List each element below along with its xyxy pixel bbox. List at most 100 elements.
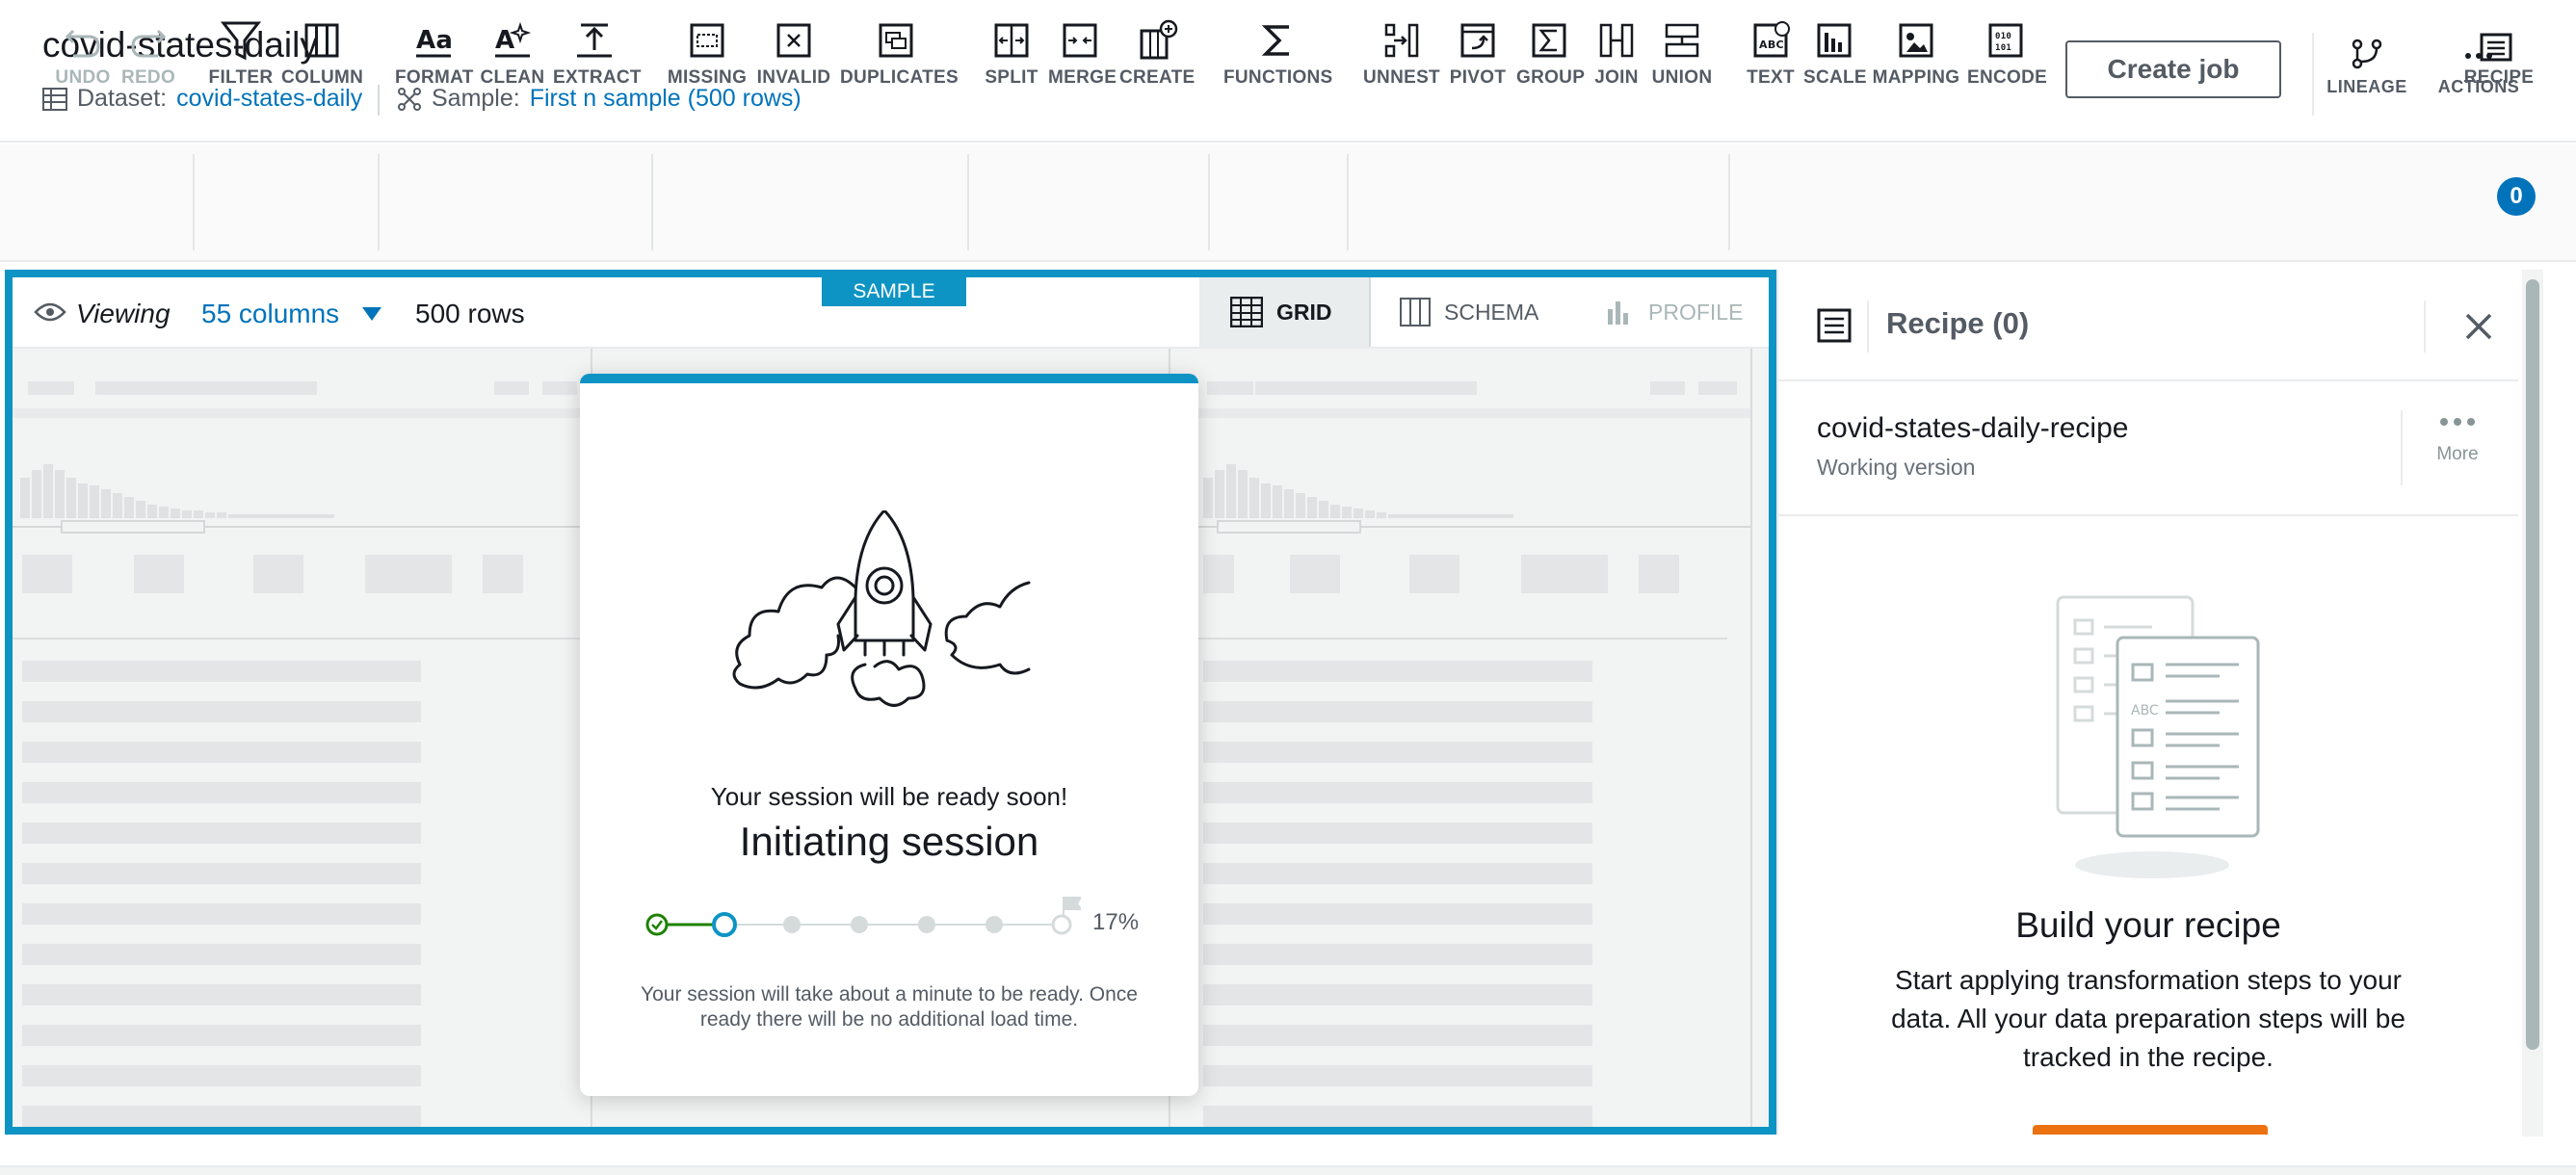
column-separator bbox=[1750, 349, 1752, 1127]
skeleton-block bbox=[1521, 555, 1608, 593]
split-button[interactable]: SPLIT bbox=[981, 19, 1042, 106]
session-note-line: Your session will take about a minute to… bbox=[641, 983, 1138, 1005]
more-divider bbox=[2401, 410, 2403, 485]
undo-button[interactable]: UNDO bbox=[54, 19, 112, 106]
tab-profile[interactable]: PROFILE bbox=[1577, 277, 1769, 347]
tab-schema[interactable]: SCHEMA bbox=[1371, 277, 1567, 347]
rocket-icon bbox=[732, 510, 1031, 707]
clean-icon: A bbox=[495, 21, 532, 58]
filter-button[interactable]: FILTER bbox=[208, 19, 274, 106]
progress-step-pending bbox=[986, 916, 1003, 933]
schema-icon bbox=[1400, 298, 1431, 326]
caret-down-icon[interactable] bbox=[361, 306, 382, 322]
skeleton-row bbox=[22, 863, 421, 884]
more-label: More bbox=[2436, 444, 2479, 464]
tab-grid-label: GRID bbox=[1276, 299, 1332, 325]
progress-step-done bbox=[645, 913, 669, 936]
tab-schema-label: SCHEMA bbox=[1444, 299, 1539, 325]
skeleton-row bbox=[22, 903, 421, 925]
text-button[interactable]: ABC TEXT bbox=[1744, 19, 1798, 106]
skeleton-row bbox=[22, 782, 421, 803]
empty-recipe-illustration: ABC bbox=[2056, 595, 2260, 878]
skeleton-row bbox=[22, 661, 421, 682]
merge-button[interactable]: MERGE bbox=[1048, 19, 1117, 106]
scale-label: SCALE bbox=[1803, 67, 1867, 88]
redo-button[interactable]: REDO bbox=[119, 19, 177, 106]
svg-text:Aa: Aa bbox=[416, 26, 453, 55]
session-title: Initiating session bbox=[739, 819, 1039, 864]
tab-grid[interactable]: GRID bbox=[1201, 277, 1371, 347]
join-button[interactable]: JOIN bbox=[1588, 19, 1645, 106]
scrollbar[interactable] bbox=[2522, 270, 2543, 1136]
session-note: Your session will take about a minute to… bbox=[580, 982, 1198, 1032]
skeleton-block bbox=[483, 555, 523, 593]
join-label: JOIN bbox=[1594, 67, 1639, 88]
scrollbar-thumb[interactable] bbox=[2526, 279, 2539, 1050]
columns-dropdown[interactable]: 55 columns bbox=[201, 299, 339, 329]
union-button[interactable]: UNION bbox=[1651, 19, 1713, 106]
skeleton-row bbox=[22, 1065, 421, 1086]
format-button[interactable]: Aa FORMAT bbox=[395, 19, 473, 106]
empty-recipe-text: Start applying transformation steps to y… bbox=[1778, 961, 2518, 1077]
create-job-button[interactable]: Create job bbox=[2065, 40, 2281, 98]
mapping-button[interactable]: MAPPING bbox=[1871, 19, 1961, 106]
encode-button[interactable]: 010 101 ENCODE bbox=[1967, 19, 2047, 106]
duplicates-button[interactable]: DUPLICATES bbox=[840, 19, 959, 106]
skeleton-bar bbox=[494, 381, 529, 395]
scale-button[interactable]: SCALE bbox=[1803, 19, 1867, 106]
clean-button[interactable]: A CLEAN bbox=[480, 19, 545, 106]
group-button[interactable]: GROUP bbox=[1516, 19, 1585, 106]
session-note-line: ready there will be no additional load t… bbox=[699, 1008, 1079, 1031]
add-step-button[interactable] bbox=[2033, 1125, 2268, 1135]
toolbar-divider bbox=[378, 154, 380, 250]
skeleton-bar bbox=[1698, 381, 1737, 395]
skeleton-bar bbox=[28, 381, 74, 395]
scale-icon bbox=[1817, 23, 1852, 58]
mapping-icon bbox=[1899, 23, 1933, 58]
invalid-button[interactable]: INVALID bbox=[755, 19, 832, 106]
skeleton-row bbox=[1203, 944, 1592, 965]
recipe-more-button[interactable]: More bbox=[2414, 412, 2501, 465]
split-label: SPLIT bbox=[985, 67, 1038, 88]
skeleton-row bbox=[22, 822, 421, 844]
lineage-button[interactable]: LINEAGE bbox=[2314, 37, 2420, 110]
sample-tag: SAMPLE bbox=[822, 277, 966, 306]
create-label: CREATE bbox=[1119, 67, 1196, 88]
pivot-button[interactable]: PIVOT bbox=[1447, 19, 1509, 106]
redo-icon bbox=[131, 29, 167, 58]
skeleton-row bbox=[1203, 903, 1592, 925]
skeleton-row bbox=[22, 701, 421, 722]
encode-icon: 010101 bbox=[1988, 23, 2023, 58]
close-icon[interactable] bbox=[2464, 312, 2493, 341]
filter-label: FILTER bbox=[208, 67, 274, 88]
recipe-toggle-button[interactable]: RECIPE bbox=[2458, 19, 2539, 106]
missing-icon bbox=[690, 23, 724, 58]
lineage-icon bbox=[2352, 39, 2382, 69]
extract-button[interactable]: EXTRACT bbox=[553, 19, 642, 106]
skeleton-row bbox=[1203, 1025, 1592, 1046]
union-label: UNION bbox=[1651, 67, 1713, 88]
recipe-list-icon bbox=[2480, 33, 2512, 62]
skeleton-row bbox=[1203, 984, 1592, 1005]
svg-text:010: 010 bbox=[1995, 32, 2011, 41]
functions-button[interactable]: FUNCTIONS bbox=[1223, 19, 1332, 106]
create-button[interactable]: CREATE bbox=[1119, 19, 1195, 106]
missing-button[interactable]: MISSING bbox=[667, 19, 748, 106]
undo-icon bbox=[65, 29, 100, 58]
svg-text:ABC: ABC bbox=[1759, 39, 1784, 51]
unnest-label: UNNEST bbox=[1363, 67, 1440, 88]
skeleton-bar bbox=[1207, 381, 1253, 395]
column-button[interactable]: COLUMN bbox=[281, 19, 363, 106]
merge-label: MERGE bbox=[1048, 67, 1117, 88]
mapping-label: MAPPING bbox=[1872, 67, 1960, 88]
recipe-version: Working version bbox=[1817, 455, 1976, 480]
toolbar-divider bbox=[1347, 154, 1349, 250]
skeleton-row bbox=[1203, 742, 1592, 763]
sample-tag-label: SAMPLE bbox=[853, 280, 935, 302]
recipe-list-icon bbox=[1817, 308, 1852, 343]
progress-step-pending bbox=[918, 916, 935, 933]
recipe-name[interactable]: covid-states-daily-recipe bbox=[1817, 412, 2128, 445]
panel-divider bbox=[1778, 379, 2518, 381]
skeleton-histogram bbox=[20, 464, 334, 518]
unnest-button[interactable]: UNNEST bbox=[1362, 19, 1441, 106]
